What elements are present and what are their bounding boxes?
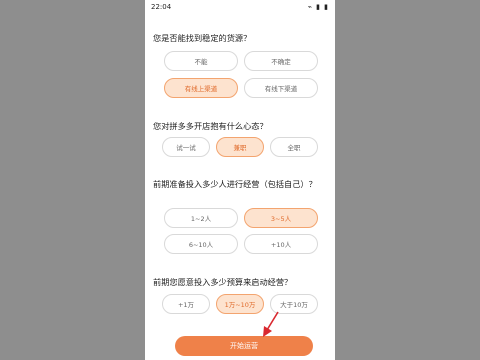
annotation-arrow-icon (263, 311, 279, 337)
arrow-shaft (266, 311, 279, 331)
phone-screen: 22:04 ⌁ ▮ ▮ 您是否能找到稳定的货源？ 不能 不确定 有线上渠道 有线… (145, 0, 335, 360)
